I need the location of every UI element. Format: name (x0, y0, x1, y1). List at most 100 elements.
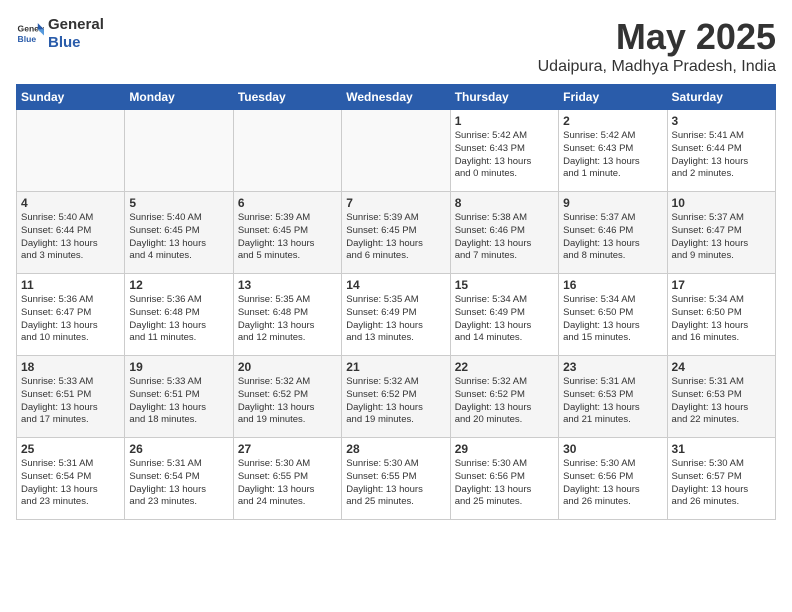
day-number: 30 (563, 442, 662, 456)
day-number: 20 (238, 360, 337, 374)
cell-info: Sunrise: 5:30 AM Sunset: 6:55 PM Dayligh… (238, 458, 337, 509)
calendar-cell: 13Sunrise: 5:35 AM Sunset: 6:48 PM Dayli… (233, 274, 341, 356)
calendar-cell: 10 Sunrise: 5:37 AM Sunset: 6:47 PM Dayli… (667, 192, 775, 274)
calendar-cell: 6 Sunrise: 5:39 AM Sunset: 6:45 PM Daylig… (233, 192, 341, 274)
calendar-week-row: 4 Sunrise: 5:40 AM Sunset: 6:44 PM Daylig… (17, 192, 776, 274)
calendar-header-tuesday: Tuesday (233, 85, 341, 110)
calendar-cell: 30 Sunrise: 5:30 AM Sunset: 6:56 PM Dayli… (559, 438, 667, 520)
cell-info: Sunrise: 5:31 AM Sunset: 6:54 PM Dayligh… (129, 458, 228, 509)
calendar-cell: 28 Sunrise: 5:30 AM Sunset: 6:55 PM Dayli… (342, 438, 450, 520)
day-number: 8 (455, 196, 554, 210)
cell-info: Sunrise: 5:37 AM Sunset: 6:47 PM Dayligh… (672, 212, 771, 263)
day-number: 2 (563, 114, 662, 128)
calendar-cell: 18Sunrise: 5:33 AM Sunset: 6:51 PM Dayli… (17, 356, 125, 438)
day-number: 1 (455, 114, 554, 128)
cell-info: Sunrise: 5:36 AM Sunset: 6:47 PM Dayligh… (21, 294, 120, 345)
calendar-header-monday: Monday (125, 85, 233, 110)
cell-info: Sunrise: 5:42 AM Sunset: 6:43 PM Dayligh… (455, 130, 554, 181)
day-number: 6 (238, 196, 337, 210)
day-number: 19 (129, 360, 228, 374)
day-number: 21 (346, 360, 445, 374)
cell-info: Sunrise: 5:37 AM Sunset: 6:46 PM Dayligh… (563, 212, 662, 263)
calendar-cell (17, 110, 125, 192)
cell-info: Sunrise: 5:42 AM Sunset: 6:43 PM Dayligh… (563, 130, 662, 181)
day-number: 9 (563, 196, 662, 210)
calendar-table: SundayMondayTuesdayWednesdayThursdayFrid… (16, 84, 776, 520)
day-number: 7 (346, 196, 445, 210)
calendar-cell: 14 Sunrise: 5:35 AM Sunset: 6:49 PM Dayli… (342, 274, 450, 356)
cell-info: Sunrise: 5:32 AM Sunset: 6:52 PM Dayligh… (238, 376, 337, 427)
calendar-cell: 8 Sunrise: 5:38 AM Sunset: 6:46 PM Daylig… (450, 192, 558, 274)
generalblue-logo-icon: General Blue (16, 20, 44, 48)
logo-general: General (48, 16, 104, 33)
cell-info: Sunrise: 5:39 AM Sunset: 6:45 PM Dayligh… (238, 212, 337, 263)
calendar-cell: 1 Sunrise: 5:42 AM Sunset: 6:43 PM Daylig… (450, 110, 558, 192)
day-number: 25 (21, 442, 120, 456)
calendar-cell (342, 110, 450, 192)
calendar-cell: 15 Sunrise: 5:34 AM Sunset: 6:49 PM Dayli… (450, 274, 558, 356)
day-number: 3 (672, 114, 771, 128)
day-number: 15 (455, 278, 554, 292)
cell-info: Sunrise: 5:38 AM Sunset: 6:46 PM Dayligh… (455, 212, 554, 263)
day-number: 24 (672, 360, 771, 374)
calendar-cell: 20 Sunrise: 5:32 AM Sunset: 6:52 PM Dayli… (233, 356, 341, 438)
day-number: 18 (21, 360, 120, 374)
calendar-cell: 21 Sunrise: 5:32 AM Sunset: 6:52 PM Dayli… (342, 356, 450, 438)
day-number: 10 (672, 196, 771, 210)
cell-info: Sunrise: 5:30 AM Sunset: 6:57 PM Dayligh… (672, 458, 771, 509)
calendar-cell: 24Sunrise: 5:31 AM Sunset: 6:53 PM Dayli… (667, 356, 775, 438)
day-number: 12 (129, 278, 228, 292)
calendar-cell: 17Sunrise: 5:34 AM Sunset: 6:50 PM Dayli… (667, 274, 775, 356)
calendar-cell: 7 Sunrise: 5:39 AM Sunset: 6:45 PM Daylig… (342, 192, 450, 274)
calendar-cell: 9 Sunrise: 5:37 AM Sunset: 6:46 PM Daylig… (559, 192, 667, 274)
calendar-header-thursday: Thursday (450, 85, 558, 110)
cell-info: Sunrise: 5:32 AM Sunset: 6:52 PM Dayligh… (455, 376, 554, 427)
calendar-header-row: SundayMondayTuesdayWednesdayThursdayFrid… (17, 85, 776, 110)
calendar-week-row: 18 Sunrise: 5:33 AM Sunset: 6:51 PM Dayli… (17, 356, 776, 438)
calendar-header-wednesday: Wednesday (342, 85, 450, 110)
day-number: 14 (346, 278, 445, 292)
cell-info: Sunrise: 5:30 AM Sunset: 6:56 PM Dayligh… (563, 458, 662, 509)
cell-info: Sunrise: 5:34 AM Sunset: 6:50 PM Dayligh… (563, 294, 662, 345)
calendar-cell: 29Sunrise: 5:30 AM Sunset: 6:56 PM Dayli… (450, 438, 558, 520)
day-number: 28 (346, 442, 445, 456)
month-year-title: May 2025 (538, 16, 776, 58)
calendar-cell: 31 Sunrise: 5:30 AM Sunset: 6:57 PM Dayli… (667, 438, 775, 520)
calendar-cell: 4 Sunrise: 5:40 AM Sunset: 6:44 PM Daylig… (17, 192, 125, 274)
day-number: 22 (455, 360, 554, 374)
day-number: 26 (129, 442, 228, 456)
calendar-cell: 2 Sunrise: 5:42 AM Sunset: 6:43 PM Daylig… (559, 110, 667, 192)
cell-info: Sunrise: 5:30 AM Sunset: 6:55 PM Dayligh… (346, 458, 445, 509)
day-number: 4 (21, 196, 120, 210)
day-number: 17 (672, 278, 771, 292)
cell-info: Sunrise: 5:41 AM Sunset: 6:44 PM Dayligh… (672, 130, 771, 181)
cell-info: Sunrise: 5:35 AM Sunset: 6:48 PM Dayligh… (238, 294, 337, 345)
cell-info: Sunrise: 5:31 AM Sunset: 6:53 PM Dayligh… (563, 376, 662, 427)
location-subtitle: Udaipura, Madhya Pradesh, India (538, 58, 776, 76)
cell-info: Sunrise: 5:30 AM Sunset: 6:56 PM Dayligh… (455, 458, 554, 509)
cell-info: Sunrise: 5:35 AM Sunset: 6:49 PM Dayligh… (346, 294, 445, 345)
calendar-header-saturday: Saturday (667, 85, 775, 110)
cell-info: Sunrise: 5:32 AM Sunset: 6:52 PM Dayligh… (346, 376, 445, 427)
logo-blue: Blue (48, 34, 81, 51)
day-number: 23 (563, 360, 662, 374)
cell-info: Sunrise: 5:33 AM Sunset: 6:51 PM Dayligh… (129, 376, 228, 427)
day-number: 11 (21, 278, 120, 292)
cell-info: Sunrise: 5:34 AM Sunset: 6:49 PM Dayligh… (455, 294, 554, 345)
logo: General Blue General Blue (16, 16, 104, 52)
cell-info: Sunrise: 5:31 AM Sunset: 6:54 PM Dayligh… (21, 458, 120, 509)
cell-info: Sunrise: 5:40 AM Sunset: 6:45 PM Dayligh… (129, 212, 228, 263)
calendar-header-friday: Friday (559, 85, 667, 110)
cell-info: Sunrise: 5:39 AM Sunset: 6:45 PM Dayligh… (346, 212, 445, 263)
calendar-week-row: 1 Sunrise: 5:42 AM Sunset: 6:43 PM Daylig… (17, 110, 776, 192)
calendar-cell: 12Sunrise: 5:36 AM Sunset: 6:48 PM Dayli… (125, 274, 233, 356)
calendar-cell (125, 110, 233, 192)
cell-info: Sunrise: 5:40 AM Sunset: 6:44 PM Dayligh… (21, 212, 120, 263)
calendar-cell: 27 Sunrise: 5:30 AM Sunset: 6:55 PM Dayli… (233, 438, 341, 520)
calendar-cell (233, 110, 341, 192)
calendar-cell: 19 Sunrise: 5:33 AM Sunset: 6:51 PM Dayli… (125, 356, 233, 438)
day-number: 31 (672, 442, 771, 456)
calendar-cell: 25 Sunrise: 5:31 AM Sunset: 6:54 PM Dayli… (17, 438, 125, 520)
day-number: 27 (238, 442, 337, 456)
calendar-week-row: 25 Sunrise: 5:31 AM Sunset: 6:54 PM Dayli… (17, 438, 776, 520)
